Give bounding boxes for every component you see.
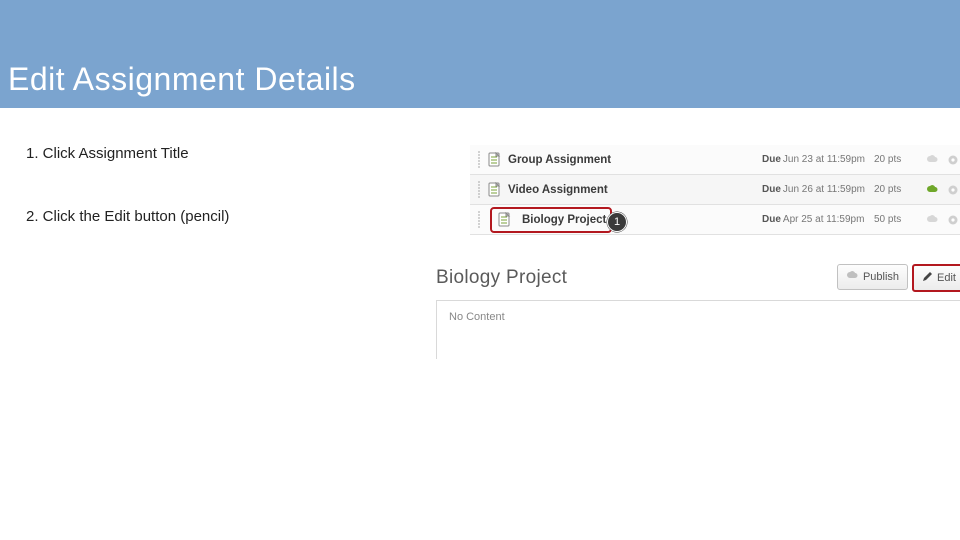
assignment-detail: Biology Project Publish Edit No Content [436, 260, 960, 359]
drag-handle-icon[interactable] [472, 151, 486, 168]
drag-handle-icon[interactable] [472, 211, 486, 228]
page-icon [486, 182, 504, 198]
edit-button[interactable]: Edit [912, 264, 960, 292]
detail-title: Biology Project [436, 267, 567, 289]
instruction-list: 1. Click Assignment Title 2. Click the E… [26, 145, 406, 225]
edit-label: Edit [937, 272, 956, 284]
publish-icon[interactable] [922, 214, 944, 226]
assignment-title-highlight[interactable]: Biology Project 1 [490, 207, 612, 233]
assignment-title[interactable]: Video Assignment [508, 184, 608, 196]
assignment-row[interactable]: Biology Project 1 DueApr 25 at 11:59pm 5… [470, 205, 960, 235]
page-icon [496, 212, 514, 228]
publish-label: Publish [863, 271, 899, 283]
assignment-title[interactable]: Group Assignment [508, 154, 611, 166]
pencil-icon [922, 271, 933, 285]
points: 20 pts [874, 184, 922, 195]
publish-button[interactable]: Publish [837, 264, 908, 290]
step-1: 1. Click Assignment Title [26, 145, 406, 162]
page-title: Edit Assignment Details [8, 61, 356, 98]
assignment-list: Group Assignment DueJun 23 at 11:59pm 20… [470, 145, 960, 235]
due-date: DueApr 25 at 11:59pm [762, 214, 874, 225]
page-icon [486, 152, 504, 168]
points: 50 pts [874, 214, 922, 225]
due-date: DueJun 23 at 11:59pm [762, 154, 874, 165]
cloud-icon [846, 270, 859, 284]
assignment-row[interactable]: Video Assignment DueJun 26 at 11:59pm 20… [470, 175, 960, 205]
drag-handle-icon[interactable] [472, 181, 486, 198]
callout-badge: 1 [607, 212, 627, 232]
publish-icon[interactable] [922, 154, 944, 166]
assignment-title[interactable]: Biology Project [522, 214, 606, 226]
due-date: DueJun 26 at 11:59pm [762, 184, 874, 195]
step-2: 2. Click the Edit button (pencil) [26, 208, 406, 225]
gear-icon[interactable] [944, 154, 960, 166]
gear-icon[interactable] [944, 184, 960, 196]
assignment-row[interactable]: Group Assignment DueJun 23 at 11:59pm 20… [470, 145, 960, 175]
detail-body: No Content [436, 300, 960, 359]
publish-icon[interactable] [922, 184, 944, 196]
gear-icon[interactable] [944, 214, 960, 226]
points: 20 pts [874, 154, 922, 165]
